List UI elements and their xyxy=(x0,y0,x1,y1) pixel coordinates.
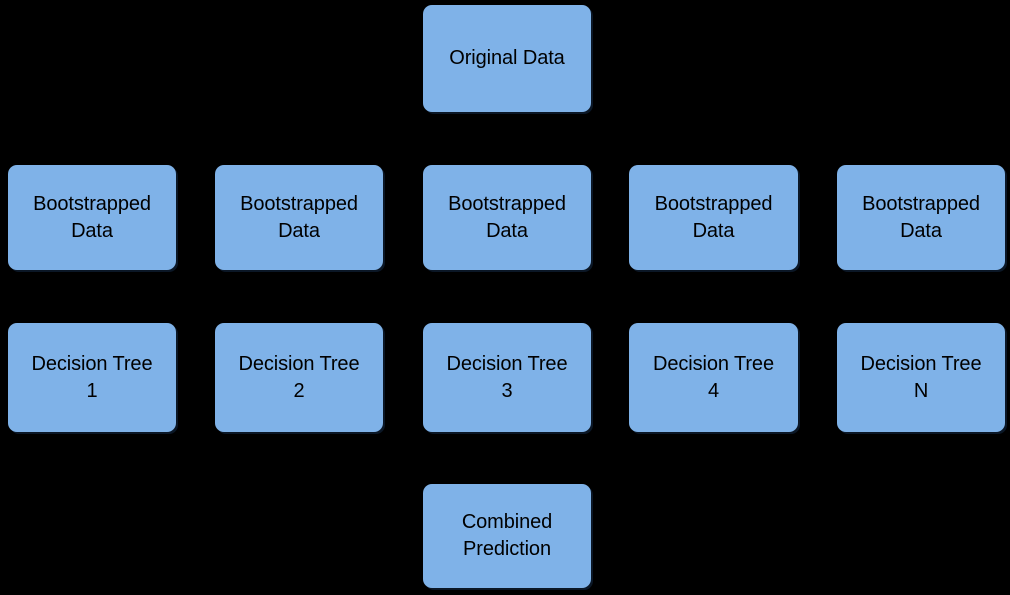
node-bootstrapped-data-2-label: Bootstrapped Data xyxy=(240,192,358,242)
node-combined-prediction[interactable]: Combined Prediction xyxy=(423,484,591,588)
node-decision-tree-2[interactable]: Decision Tree 2 xyxy=(215,323,383,432)
node-decision-tree-3-label: Decision Tree 3 xyxy=(446,352,568,402)
node-decision-tree-n-label: Decision Tree N xyxy=(860,352,982,402)
node-combined-prediction-label: Combined Prediction xyxy=(461,511,553,560)
node-bootstrapped-data-1-label: Bootstrapped Data xyxy=(33,192,151,242)
node-decision-tree-4[interactable]: Decision Tree 4 xyxy=(629,323,798,432)
node-bootstrapped-data-4[interactable]: Bootstrapped Data xyxy=(629,165,798,270)
node-decision-tree-1[interactable]: Decision Tree 1 xyxy=(8,323,176,432)
node-decision-tree-n[interactable]: Decision Tree N xyxy=(837,323,1005,432)
node-bootstrapped-data-5-label: Bootstrapped Data xyxy=(862,192,980,242)
node-original-data-label: Original Data xyxy=(449,47,565,69)
node-bootstrapped-data-3[interactable]: Bootstrapped Data xyxy=(423,165,591,270)
node-decision-tree-4-label: Decision Tree 4 xyxy=(653,352,774,402)
node-bootstrapped-data-1[interactable]: Bootstrapped Data xyxy=(8,165,176,270)
node-bootstrapped-data-2[interactable]: Bootstrapped Data xyxy=(215,165,383,270)
node-decision-tree-2-label: Decision Tree 2 xyxy=(238,352,360,402)
node-original-data[interactable]: Original Data xyxy=(423,5,591,112)
diagram-canvas: Original Data Bootstrapped Data Bootstra… xyxy=(0,0,1010,595)
node-bootstrapped-data-5[interactable]: Bootstrapped Data xyxy=(837,165,1005,270)
node-decision-tree-3[interactable]: Decision Tree 3 xyxy=(423,323,591,432)
node-decision-tree-1-label: Decision Tree 1 xyxy=(31,352,153,402)
node-bootstrapped-data-3-label: Bootstrapped Data xyxy=(448,192,566,242)
node-bootstrapped-data-4-label: Bootstrapped Data xyxy=(654,192,773,242)
